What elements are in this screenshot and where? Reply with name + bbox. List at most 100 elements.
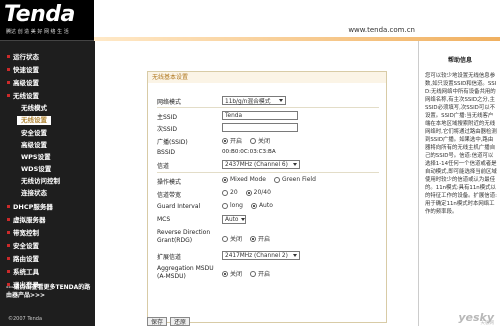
broadcast-on-option[interactable]: 开启 <box>222 136 242 145</box>
ssid-input[interactable]: Tenda <box>222 111 298 120</box>
channel-select[interactable]: 2437MHz (Channel 6) <box>222 160 300 169</box>
amsdu-on-option[interactable]: 开启 <box>250 269 270 278</box>
radio-off-icon[interactable] <box>250 137 257 144</box>
bullet-icon <box>7 54 10 58</box>
nav-wds[interactable]: WDS设置 <box>0 163 95 173</box>
nav-advanced-setup[interactable]: 高级设置 <box>0 77 95 87</box>
ssid2-field <box>222 123 298 132</box>
nav-security[interactable]: 安全设置 <box>0 240 95 250</box>
radio-on-icon[interactable] <box>222 270 228 277</box>
bssid-label: BSSID <box>157 149 176 156</box>
nav-label: 无线模式 <box>21 104 47 112</box>
mixed-mode-option[interactable]: Mixed Mode <box>222 176 266 183</box>
radio-label: 20/40 <box>253 189 271 196</box>
rdg-label-line2: Grant(RDG) <box>157 237 193 244</box>
radio-on-icon[interactable] <box>250 235 257 242</box>
network-mode-select[interactable]: 11b/g/n混合模式 <box>222 96 286 105</box>
bssid-field: 00:B0:0C:03:C3:BA <box>222 149 276 155</box>
radio-off-icon[interactable] <box>250 270 257 277</box>
help-title: 帮助信息 <box>447 57 472 64</box>
bw-20-option[interactable]: 20 <box>222 189 238 196</box>
bullet-icon <box>7 204 10 208</box>
ext-channel-select[interactable]: 2417MHz (Channel 2) <box>222 251 300 260</box>
guard-auto-option[interactable]: Auto <box>250 202 273 209</box>
nav-label: 高级设置 <box>13 79 39 87</box>
radio-off-icon[interactable] <box>222 235 228 242</box>
nav-wireless-setup[interactable]: 无线设置 <box>0 90 95 100</box>
nav-label: WDS设置 <box>21 165 52 173</box>
radio-label: 关闭 <box>230 271 243 278</box>
nav-system-tools[interactable]: 系统工具 <box>0 266 95 276</box>
nav-wireless-basic[interactable]: 无线设置 <box>0 115 95 125</box>
radio-off-icon[interactable] <box>273 176 280 183</box>
main-content: 无线基本设置 网络模式 11b/g/n混合模式 主SSID Tenda 次SSI… <box>95 41 418 326</box>
amsdu-label-line2: (A-MSDU) <box>157 273 186 280</box>
nav-quick-setup[interactable]: 快速设置 <box>0 64 95 74</box>
radio-off-icon[interactable] <box>222 202 228 209</box>
radio-label: 20 <box>230 189 238 196</box>
nav-label: 无线访问控制 <box>21 177 60 185</box>
wireless-basic-form: 无线基本设置 网络模式 11b/g/n混合模式 主SSID Tenda 次SSI… <box>147 71 387 323</box>
nav-dhcp[interactable]: DHCP服务器 <box>0 201 95 211</box>
nav-running-status[interactable]: 运行状态 <box>0 51 95 61</box>
watermark-sub: 天极网 <box>480 321 495 326</box>
logo-text: Tenda <box>4 2 75 27</box>
nav-label: WPS设置 <box>21 153 51 161</box>
channel-field: 2437MHz (Channel 6) <box>222 160 300 169</box>
nav-bandwidth[interactable]: 带宽控制 <box>0 227 95 237</box>
channel-label: 信道 <box>157 163 170 170</box>
nav-virtual-server[interactable]: 虚拟服务器 <box>0 214 95 224</box>
nav-label: 运行状态 <box>13 53 39 61</box>
more-products-link[interactable]: ---请点击查看更多TENDA的路由器产品>>> <box>6 284 94 300</box>
nav-label: 路由设置 <box>13 255 39 263</box>
broadcast-label: 广播(SSID) <box>157 139 188 146</box>
guard-label: Guard Interval <box>157 203 201 210</box>
header: Tenda 腾达 创 造 美 好 网 络 生 活 www.tenda.com.c… <box>0 0 500 41</box>
nav-routing[interactable]: 路由设置 <box>0 253 95 263</box>
save-button[interactable]: 保存 <box>147 317 168 326</box>
nav-label: 无线设置 <box>13 92 39 100</box>
rdg-off-option[interactable]: 关闭 <box>222 234 242 243</box>
nav-label: 虚拟服务器 <box>13 216 46 224</box>
restore-button[interactable]: 还原 <box>170 317 191 326</box>
rdg-on-option[interactable]: 开启 <box>250 234 270 243</box>
nav-wireless-mode[interactable]: 无线模式 <box>0 102 95 112</box>
network-mode-field: 11b/g/n混合模式 <box>222 96 286 105</box>
radio-on-icon[interactable] <box>245 189 252 196</box>
bandwidth-label: 信道带宽 <box>157 192 182 199</box>
radio-label: Mixed Mode <box>230 176 266 183</box>
nav-wireless-advanced[interactable]: 高级设置 <box>0 139 95 149</box>
radio-on-icon[interactable] <box>222 137 228 144</box>
bullet-icon <box>7 230 10 234</box>
nav-wps[interactable]: WPS设置 <box>0 151 95 161</box>
rdg-label-line1: Reverse Direction <box>157 229 211 236</box>
radio-on-icon[interactable] <box>250 202 257 209</box>
nav-label: 安全设置 <box>13 242 39 250</box>
mcs-field: Auto <box>222 215 246 224</box>
bw-20-40-option[interactable]: 20/40 <box>245 189 271 196</box>
nav-label: 连接状态 <box>21 189 47 197</box>
radio-on-icon[interactable] <box>222 176 228 183</box>
bullet-icon <box>7 93 10 97</box>
broadcast-off-option[interactable]: 关闭 <box>250 136 270 145</box>
form-title: 无线基本设置 <box>148 72 386 83</box>
ssid2-input[interactable] <box>222 123 298 132</box>
bullet-icon <box>7 243 10 247</box>
nav-connection-status[interactable]: 连接状态 <box>0 187 95 197</box>
channel-value: 2437MHz (Channel 6) <box>225 161 288 168</box>
nav-label: 快速设置 <box>13 66 39 74</box>
radio-off-icon[interactable] <box>222 189 228 196</box>
nav-access-control[interactable]: 无线访问控制 <box>0 175 95 185</box>
amsdu-off-option[interactable]: 关闭 <box>222 269 242 278</box>
op-mode-label: 操作模式 <box>157 179 182 186</box>
mcs-select[interactable]: Auto <box>222 215 246 224</box>
op-mode-field: Mixed Mode Green Field <box>222 176 324 183</box>
radio-label: 开启 <box>230 138 243 145</box>
green-field-option[interactable]: Green Field <box>273 176 316 183</box>
bullet-icon <box>7 256 10 260</box>
bullet-icon <box>7 80 10 84</box>
nav-wireless-security[interactable]: 安全设置 <box>0 127 95 137</box>
nav-label: 系统工具 <box>13 268 39 276</box>
guard-long-option[interactable]: long <box>222 202 243 209</box>
chevron-down-icon <box>241 218 246 221</box>
